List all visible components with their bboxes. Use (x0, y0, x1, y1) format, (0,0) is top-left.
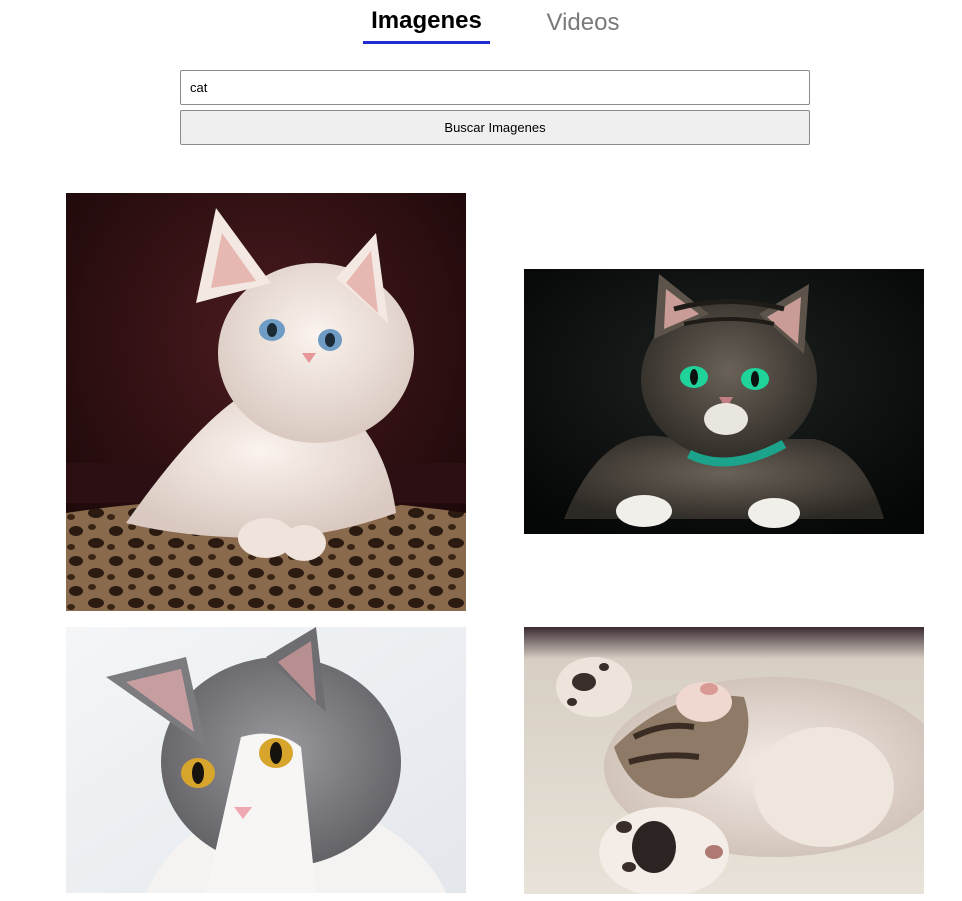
grey-white-cat-photo (66, 627, 466, 893)
white-kitten-photo (66, 193, 466, 611)
result-image-2[interactable] (524, 269, 924, 534)
image-search-page: Imagenes Videos Buscar Imagenes (0, 0, 962, 901)
tab-images[interactable]: Imagenes (363, 6, 490, 44)
sleeping-kitten-photo (524, 627, 924, 894)
result-image-4[interactable] (524, 627, 924, 894)
result-image-3[interactable] (66, 627, 466, 893)
search-input[interactable] (180, 70, 810, 105)
tabby-cat-photo (524, 269, 924, 534)
search-images-button[interactable]: Buscar Imagenes (180, 110, 810, 145)
media-tabs: Imagenes Videos (0, 0, 962, 48)
result-image-1[interactable] (66, 193, 466, 611)
tab-videos[interactable]: Videos (530, 6, 636, 44)
